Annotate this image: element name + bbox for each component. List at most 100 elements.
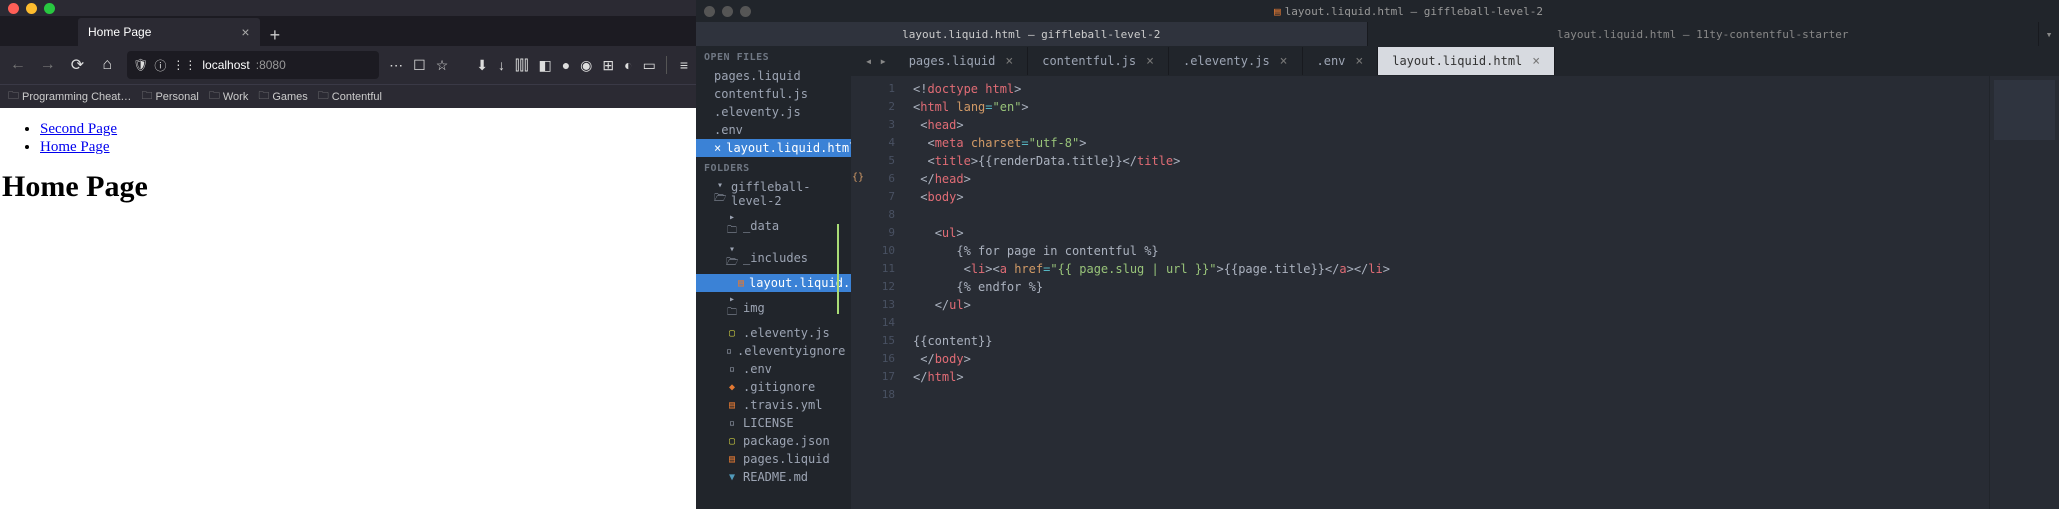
file-item[interactable]: ◆.gitignore: [696, 378, 851, 396]
yml-file-icon: ▤: [726, 400, 738, 411]
download-icon[interactable]: ↓: [498, 57, 505, 73]
code-text[interactable]: <!doctype html> <html lang="en"> <head> …: [905, 76, 1989, 509]
editor-sidebar: OPEN FILES pages.liquid contentful.js .e…: [696, 46, 851, 509]
file-tab[interactable]: .eleventy.js×: [1169, 47, 1303, 75]
file-icon: ▫: [726, 346, 732, 357]
bookmark-folder[interactable]: 🗀Personal: [141, 87, 198, 106]
project-tab[interactable]: layout.liquid.html — giffleball-level-2: [696, 22, 1368, 46]
browser-tab-active[interactable]: Home Page ×: [78, 18, 260, 46]
page-link[interactable]: Second Page: [40, 121, 117, 137]
folder-item[interactable]: ▾🗁_includes: [696, 242, 851, 274]
page-content: Second Page Home Page Home Page: [0, 108, 696, 509]
pocket-icon[interactable]: ⬇: [476, 57, 488, 74]
editor-main: ◂ ▸ pages.liquid× contentful.js× .eleven…: [851, 46, 2059, 509]
close-icon[interactable]: ×: [1005, 54, 1013, 69]
minimize-window[interactable]: [26, 3, 37, 14]
bookmark-folder[interactable]: 🗀Games: [258, 87, 307, 106]
star-icon[interactable]: ☆: [436, 57, 449, 74]
close-icon[interactable]: ×: [1532, 54, 1540, 69]
close-icon[interactable]: ×: [1355, 54, 1363, 69]
sidebar-icon[interactable]: ◧: [538, 57, 551, 74]
folders-header: FOLDERS: [696, 157, 851, 178]
folder-open-icon: ▾🗁: [726, 244, 738, 272]
tab-nav-arrows[interactable]: ◂ ▸: [857, 54, 895, 68]
file-item-selected[interactable]: ▤layout.liquid.html: [696, 274, 851, 292]
open-file-selected[interactable]: ×layout.liquid.html: [696, 139, 851, 157]
file-tab[interactable]: pages.liquid×: [895, 47, 1029, 75]
menu-icon[interactable]: ≡: [680, 57, 688, 73]
bookmark-folder[interactable]: 🗀Programming Cheat…: [8, 87, 131, 106]
url-host: localhost: [202, 58, 249, 72]
file-tab-active[interactable]: layout.liquid.html×: [1378, 47, 1555, 75]
close-tab-icon[interactable]: ×: [241, 24, 249, 40]
liquid-file-icon: ▤: [726, 454, 738, 465]
html-file-icon: ▤: [738, 278, 744, 289]
browser-toolbar: ← → ⟳ ⌂ 🛡 ⓘ ⋮⋮ localhost:8080 ⋯ ☐ ☆ ⬇ ↓ …: [0, 46, 696, 84]
ext1-icon[interactable]: ●: [562, 57, 570, 73]
open-file[interactable]: .env: [696, 121, 851, 139]
open-files-header: OPEN FILES: [696, 46, 851, 67]
file-tabs: ◂ ▸ pages.liquid× contentful.js× .eleven…: [851, 46, 2059, 76]
file-item[interactable]: ▫.eleventyignore: [696, 342, 851, 360]
forward-button[interactable]: →: [38, 52, 58, 78]
sublime-editor: ▤layout.liquid.html — giffleball-level-2…: [696, 0, 2059, 509]
minimap[interactable]: [1989, 76, 2059, 509]
open-file[interactable]: pages.liquid: [696, 67, 851, 85]
window-title: ▤layout.liquid.html — giffleball-level-2: [758, 5, 2059, 18]
url-bar[interactable]: 🛡 ⓘ ⋮⋮ localhost:8080: [127, 51, 379, 79]
minimize-window[interactable]: [722, 6, 733, 17]
folder-root[interactable]: ▾🗁giffleball-level-2: [696, 178, 851, 210]
project-tab[interactable]: layout.liquid.html — 11ty-contentful-sta…: [1368, 22, 2040, 46]
ext3-icon[interactable]: ⊞: [602, 57, 614, 74]
md-file-icon: ▼: [726, 472, 738, 483]
file-item[interactable]: ▫LICENSE: [696, 414, 851, 432]
json-file-icon: ▢: [726, 436, 738, 447]
dropdown-icon[interactable]: ▾: [2039, 22, 2059, 46]
bookmark-folder[interactable]: 🗀Work: [209, 87, 248, 106]
home-button[interactable]: ⌂: [97, 52, 117, 78]
folder-icon: ▸🗀: [726, 212, 738, 240]
file-icon: ▫: [726, 364, 738, 375]
bookmark-folder[interactable]: 🗀Contentful: [318, 87, 382, 106]
shield-icon: 🛡: [133, 58, 148, 72]
file-item[interactable]: ▤pages.liquid: [696, 450, 851, 468]
open-file[interactable]: .eleventy.js: [696, 103, 851, 121]
toolbar-actions: ⋯ ☐ ☆ ⬇ ↓ ⫿⫿⫿ ◧ ● ◉ ⊞ ◐ ▭ ≡: [389, 56, 688, 74]
firefox-browser: Home Page × + ← → ⟳ ⌂ 🛡 ⓘ ⋮⋮ localhost:8…: [0, 0, 696, 509]
close-icon[interactable]: ×: [714, 141, 721, 155]
reader-icon[interactable]: ☐: [413, 57, 426, 74]
ext4-icon[interactable]: ◐: [624, 57, 632, 73]
file-item[interactable]: ▫.env: [696, 360, 851, 378]
close-icon[interactable]: ×: [1280, 54, 1288, 69]
browser-tab-bar: Home Page × +: [0, 16, 696, 46]
folder-item[interactable]: ▸🗀_data: [696, 210, 851, 242]
close-window[interactable]: [8, 3, 19, 14]
folder-icon: 🗀: [258, 87, 269, 106]
code-area[interactable]: {} 123456789101112131415161718 <!doctype…: [851, 76, 2059, 509]
file-tab[interactable]: contentful.js×: [1028, 47, 1169, 75]
file-tab[interactable]: .env×: [1303, 47, 1379, 75]
ext5-icon[interactable]: ▭: [643, 57, 656, 74]
ext2-icon[interactable]: ◉: [580, 57, 592, 74]
maximize-window[interactable]: [44, 3, 55, 14]
file-icon: ▤: [1274, 5, 1281, 18]
file-item[interactable]: ▢package.json: [696, 432, 851, 450]
info-icon: ⓘ: [154, 57, 166, 74]
back-button[interactable]: ←: [8, 52, 28, 78]
file-item[interactable]: ▼README.md: [696, 468, 851, 486]
file-item[interactable]: ▢.eleventy.js: [696, 324, 851, 342]
file-item[interactable]: ▤.travis.yml: [696, 396, 851, 414]
close-icon[interactable]: ×: [1146, 54, 1154, 69]
page-link[interactable]: Home Page: [40, 139, 110, 155]
folder-open-icon: ▾🗁: [714, 180, 726, 208]
close-window[interactable]: [704, 6, 715, 17]
open-file[interactable]: contentful.js: [696, 85, 851, 103]
maximize-window[interactable]: [740, 6, 751, 17]
new-tab-button[interactable]: +: [260, 25, 291, 46]
more-icon[interactable]: ⋯: [389, 57, 403, 74]
reload-button[interactable]: ⟳: [68, 52, 88, 78]
folder-item[interactable]: ▸🗀img: [696, 292, 851, 324]
tab-title: Home Page: [88, 25, 151, 39]
js-file-icon: ▢: [726, 328, 738, 339]
library-icon[interactable]: ⫿⫿⫿: [515, 57, 528, 74]
